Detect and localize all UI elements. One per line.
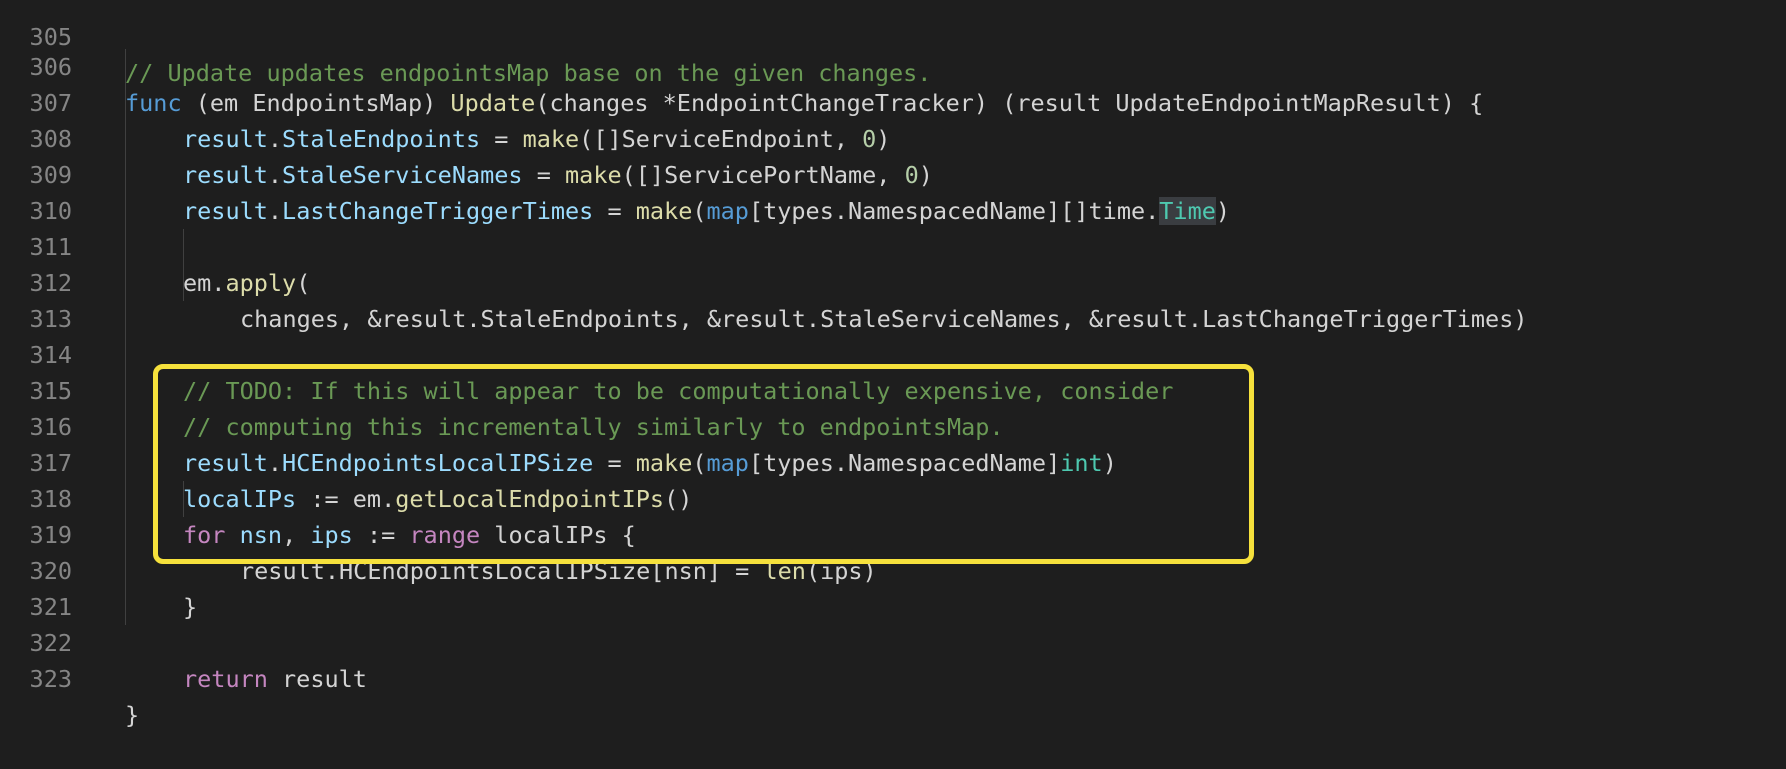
highlight-annotation-box [153, 364, 1254, 564]
code-line: 310 [0, 157, 72, 225]
code-line: 317 localIPs := em.getLocalEndpointIPs() [0, 409, 693, 513]
code-token: = [522, 161, 566, 189]
code-line: 323 } [0, 625, 140, 729]
code-token: ( [296, 269, 311, 297]
code-line: 308 result.StaleServiceNames = make([]Se… [0, 85, 933, 189]
code-line: 319 result.HCEndpointsLocalIPSize[nsn] =… [0, 481, 877, 585]
code-line: 311 em.apply( [0, 193, 311, 297]
line-number: 323 [29, 665, 72, 693]
function-token: make [522, 125, 580, 153]
code-line: 321 [0, 553, 72, 621]
indent-guide [125, 49, 126, 625]
code-line: 306 func (em EndpointsMap) Update(change… [0, 13, 1484, 117]
keyword-token: func [125, 89, 182, 117]
code-text: } [125, 701, 140, 729]
code-editor[interactable]: 305 // Update updates endpointsMap base … [0, 0, 1786, 729]
code-token: (em EndpointsMap) [181, 89, 451, 117]
function-token: make [635, 197, 693, 225]
code-token: (changes *EndpointChangeTracker) (result… [535, 89, 1484, 117]
code-line: 320 } [0, 517, 198, 621]
function-token: Update [450, 89, 536, 117]
code-line: 314 // TODO: If this will appear to be c… [0, 301, 1174, 405]
code-line: 316 result.HCEndpointsLocalIPSize = make… [0, 373, 1117, 477]
code-token: em. [183, 269, 226, 297]
variable-token: StaleServiceNames [282, 161, 523, 189]
function-token: make [565, 161, 622, 189]
selected-word-highlight: Time [1159, 197, 1216, 225]
code-line: 307 result.StaleEndpoints = make([]Servi… [0, 49, 891, 153]
code-token: = [480, 125, 523, 153]
code-line: 313 [0, 265, 72, 333]
variable-token: result [183, 197, 268, 225]
number-token: 0 [862, 125, 877, 153]
code-token: ( [692, 197, 707, 225]
variable-token: result [183, 125, 268, 153]
code-token: . [267, 125, 283, 153]
code-line: 315 // computing this incrementally simi… [0, 337, 1004, 441]
code-text: result.StaleEndpoints = make([]ServiceEn… [183, 121, 890, 157]
code-line: 322 return result [0, 589, 367, 693]
code-line: 309 result.LastChangeTriggerTimes = make… [0, 121, 1230, 225]
code-token: ([]ServiceEndpoint, [579, 125, 863, 153]
code-token: ) [918, 161, 933, 189]
code-token: = [593, 197, 636, 225]
code-text: changes, &result.StaleEndpoints, &result… [240, 305, 1528, 333]
code-token: [types.NamespacedName][]time. [748, 197, 1160, 225]
code-text: } [183, 593, 198, 621]
variable-token: LastChangeTriggerTimes [282, 197, 594, 225]
code-token: ) [1215, 197, 1231, 225]
code-token: result [267, 665, 367, 693]
code-token: . [267, 197, 283, 225]
code-token: ) [876, 125, 891, 153]
code-token: ([]ServicePortName, [621, 161, 905, 189]
variable-token: StaleEndpoints [282, 125, 481, 153]
variable-token: result [183, 161, 268, 189]
code-text: return result [183, 661, 367, 697]
code-text: func (em EndpointsMap) Update(changes *E… [125, 85, 1483, 121]
code-token: . [267, 161, 283, 189]
code-line: 312 changes, &result.StaleEndpoints, &re… [0, 229, 1528, 333]
code-line: 318 for nsn, ips := range localIPs { [0, 445, 636, 549]
function-token: apply [225, 269, 297, 297]
code-text: em.apply( [183, 265, 310, 301]
control-keyword-token: return [183, 665, 268, 693]
number-token: 0 [904, 161, 919, 189]
code-text: result.StaleServiceNames = make([]Servic… [183, 157, 933, 193]
keyword-token: map [706, 197, 749, 225]
code-text: result.LastChangeTriggerTimes = make(map… [183, 193, 1230, 229]
